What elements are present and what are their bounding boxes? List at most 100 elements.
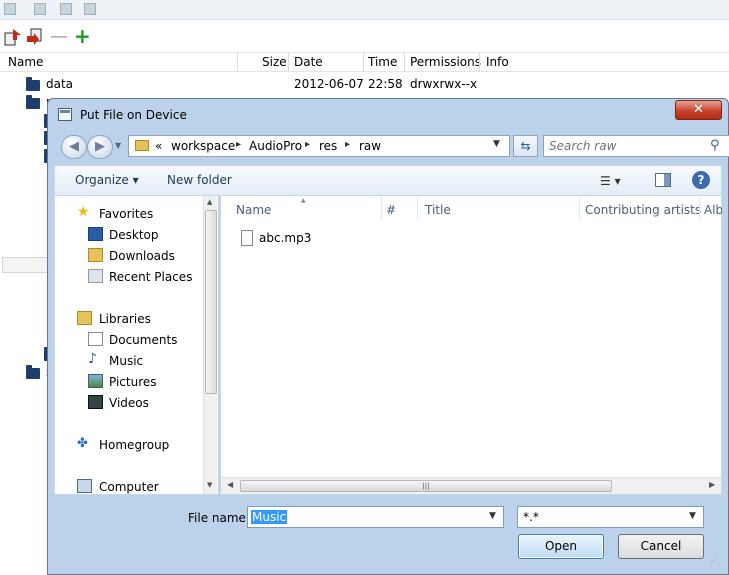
file-icon	[241, 230, 253, 246]
back-button[interactable]: ◀	[61, 135, 87, 159]
column-size[interactable]: Size	[262, 55, 287, 69]
push-file-icon[interactable]	[4, 28, 22, 46]
sidebar-item-label: Documents	[109, 333, 178, 347]
chevron-down-icon[interactable]: ▼	[689, 511, 696, 521]
scroll-down-icon[interactable]: ▼	[207, 481, 212, 489]
resize-grip-icon[interactable]: ⋰	[709, 556, 717, 565]
breadcrumb-res[interactable]: res	[319, 139, 337, 153]
search-input[interactable]	[549, 138, 699, 154]
scroll-right-icon[interactable]: ▶	[709, 480, 715, 489]
new-folder-button[interactable]: +	[74, 26, 92, 46]
refresh-button[interactable]: ⇆	[513, 135, 538, 157]
breadcrumb-workspace[interactable]: workspace	[171, 139, 235, 153]
computer-icon	[77, 479, 92, 493]
put-file-dialog: Put File on Device ✕ ◀ ▶ ▼ « workspace ▸…	[47, 98, 729, 575]
sidebar-item-label: Music	[109, 354, 144, 368]
organize-button[interactable]: Organize ▾	[75, 173, 139, 187]
row-date: 2012-06-07	[294, 77, 364, 91]
change-view-icon[interactable]: ☰ ▾	[600, 174, 621, 188]
navigation-bar: ◀ ▶ ▼ « workspace ▸ AudioPro ▸ res ▸ raw…	[58, 131, 729, 161]
sidebar-item-documents[interactable]: Documents	[55, 330, 205, 350]
address-bar[interactable]: « workspace ▸ AudioPro ▸ res ▸ raw ▼	[128, 135, 510, 157]
sidebar-item-favorites[interactable]: ★ Favorites	[55, 204, 205, 224]
horizontal-scrollbar[interactable]: ◀ ||| ▶	[221, 477, 721, 494]
sidebar-item-music[interactable]: ♪ Music	[55, 351, 205, 371]
pictures-icon	[88, 374, 103, 388]
sidebar-item-label: Favorites	[99, 207, 154, 221]
file-name-field[interactable]: Music ▼	[247, 506, 504, 528]
chevron-down-icon[interactable]: ▼	[489, 511, 496, 521]
column-info[interactable]: Info	[486, 55, 509, 69]
sidebar-item-libraries[interactable]: Libraries	[55, 309, 205, 329]
libraries-icon	[77, 311, 92, 325]
recent-places-icon	[88, 269, 103, 283]
dialog-toolbar: Organize ▾ New folder ☰ ▾ ?	[54, 165, 722, 195]
row-time: 22:58	[368, 77, 403, 91]
breadcrumb-separator[interactable]: ▸	[345, 139, 350, 150]
scrollbar-thumb[interactable]: |||	[240, 480, 612, 492]
column-name[interactable]: Name	[236, 203, 271, 217]
column-title[interactable]: Title	[425, 203, 451, 217]
new-folder-button[interactable]: New folder	[167, 173, 232, 187]
preview-pane-icon[interactable]	[655, 173, 671, 187]
close-button[interactable]: ✕	[675, 100, 722, 120]
breadcrumb-raw[interactable]: raw	[359, 139, 381, 153]
sidebar-item-label: Desktop	[109, 228, 159, 242]
sidebar-item-label: Computer	[99, 480, 159, 494]
background-scrollbar[interactable]	[2, 257, 50, 273]
dialog-title: Put File on Device	[80, 108, 187, 122]
folder-icon	[26, 95, 40, 109]
app-icon	[4, 3, 16, 15]
sidebar-item-label: Libraries	[99, 312, 151, 326]
undo-icon	[60, 3, 72, 15]
forward-button[interactable]: ▶	[87, 135, 113, 159]
sidebar-item-pictures[interactable]: Pictures	[55, 372, 205, 392]
folder-icon	[26, 77, 40, 91]
column-permissions[interactable]: Permissions	[410, 55, 481, 69]
open-button[interactable]: Open	[518, 534, 604, 559]
column-time[interactable]: Time	[368, 55, 397, 69]
dialog-footer: File name: Music ▼ *.* ▼ Open Cancel ⋰	[54, 497, 722, 572]
folder-icon	[26, 365, 40, 379]
chevron-down-icon[interactable]: ▼	[493, 139, 500, 149]
help-icon[interactable]: ?	[692, 171, 710, 189]
sidebar-item-computer[interactable]: Computer	[55, 477, 205, 497]
breadcrumb-separator[interactable]: ▸	[236, 139, 241, 150]
file-name: abc.mp3	[259, 231, 312, 245]
column-name[interactable]: Name	[8, 55, 43, 69]
file-name-value[interactable]: Music	[251, 510, 288, 524]
dialog-titlebar[interactable]: Put File on Device ✕	[48, 99, 728, 131]
recent-locations-icon[interactable]: ▼	[115, 141, 121, 150]
column-date[interactable]: Date	[294, 55, 323, 69]
delete-button[interactable]: —	[50, 28, 68, 48]
column-contributing-artists[interactable]: Contributing artists	[585, 203, 701, 217]
breadcrumb-separator[interactable]: ▸	[305, 139, 310, 150]
column-album[interactable]: Alb	[704, 203, 722, 217]
scrollbar-thumb[interactable]	[205, 210, 217, 394]
sidebar-item-desktop[interactable]: Desktop	[55, 225, 205, 245]
breadcrumb-overflow[interactable]: «	[155, 139, 162, 153]
file-type-value: *.*	[523, 510, 539, 524]
scroll-left-icon[interactable]: ◀	[227, 480, 233, 489]
downloads-icon	[88, 248, 103, 262]
scroll-up-icon[interactable]: ▲	[207, 198, 212, 206]
navigation-scrollbar[interactable]: ▲ ▼	[203, 196, 217, 494]
file-type-select[interactable]: *.* ▼	[517, 506, 704, 528]
sidebar-item-videos[interactable]: Videos	[55, 393, 205, 413]
sidebar-item-label: Homegroup	[99, 438, 170, 452]
list-item[interactable]: abc.mp3	[237, 230, 357, 248]
sidebar-item-downloads[interactable]: Downloads	[55, 246, 205, 266]
search-box[interactable]: ⚲	[543, 135, 729, 157]
videos-icon	[88, 395, 103, 409]
column-number[interactable]: #	[386, 203, 396, 217]
sidebar-item-recent-places[interactable]: Recent Places	[55, 267, 205, 287]
row-name: data	[46, 77, 74, 91]
search-icon[interactable]: ⚲	[710, 138, 720, 153]
sidebar-item-homegroup[interactable]: ✤ Homegroup	[55, 435, 205, 455]
table-row[interactable]: data 2012-06-07 22:58 drwxrwx--x	[0, 76, 729, 94]
folder-icon	[135, 140, 149, 151]
file-name-label: File name:	[188, 511, 250, 525]
pull-file-icon[interactable]	[26, 28, 44, 46]
breadcrumb-audiopro[interactable]: AudioPro	[249, 139, 302, 153]
cancel-button[interactable]: Cancel	[618, 534, 704, 559]
